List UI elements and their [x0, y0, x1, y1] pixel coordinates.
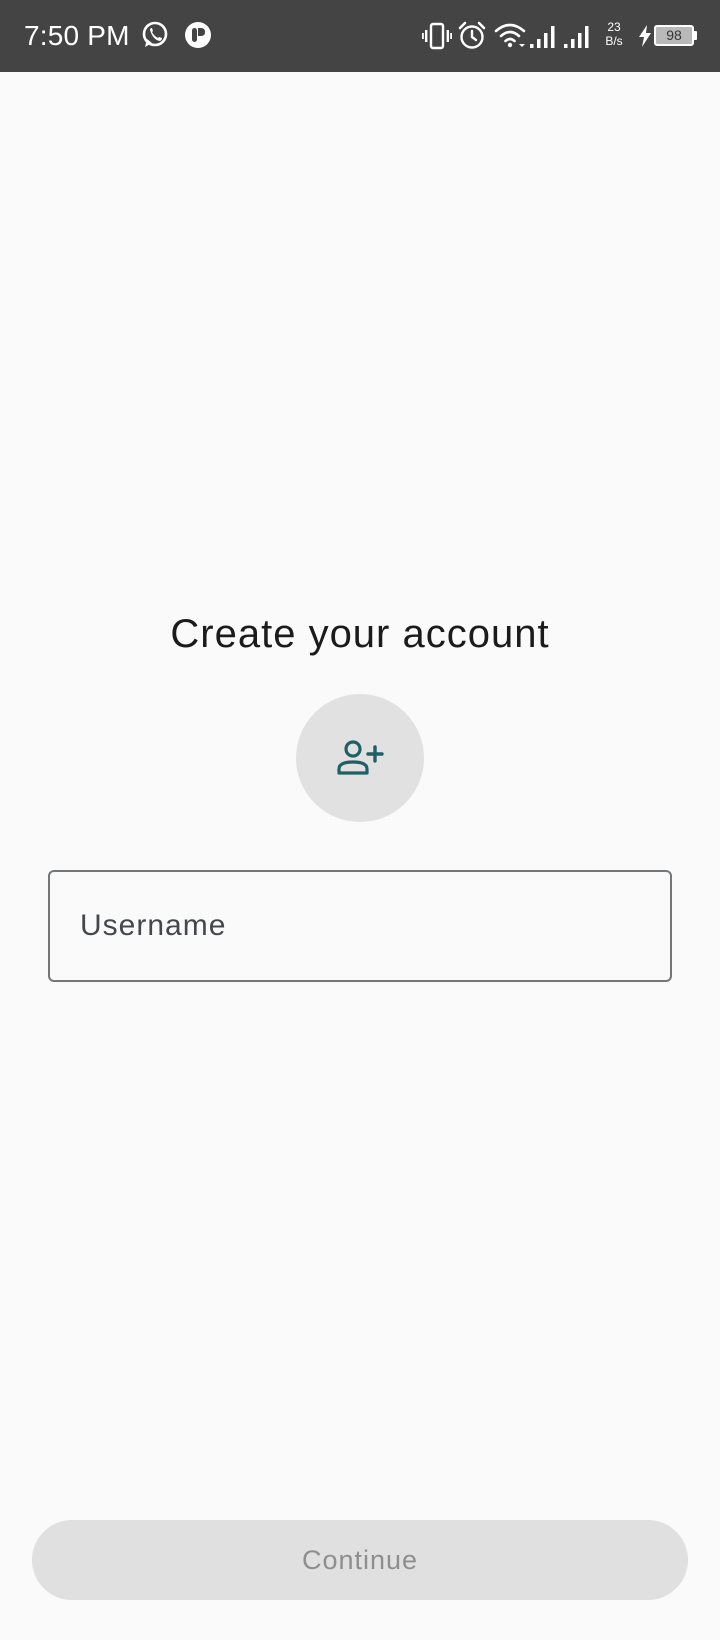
alarm-icon [458, 21, 486, 49]
username-field[interactable] [48, 870, 672, 982]
status-time: 7:50 PM [24, 20, 130, 51]
add-person-icon [337, 740, 384, 775]
vibrate-icon [422, 22, 452, 50]
battery-indicator: 98 [654, 25, 694, 46]
wifi-icon [494, 23, 526, 48]
net-speed-unit: B/s [605, 34, 623, 48]
truecaller-icon [185, 22, 211, 48]
battery-level: 98 [666, 27, 682, 43]
net-speed: 23 B/s [602, 20, 626, 48]
signal-icon [530, 26, 555, 48]
continue-button[interactable]: Continue [32, 1520, 688, 1600]
charging-icon [639, 25, 651, 47]
username-input[interactable] [80, 872, 640, 980]
battery-tip [694, 31, 697, 40]
status-bar: 7:50 PM 23 B/s 98 [0, 0, 720, 72]
page-title: Create your account [170, 612, 550, 656]
avatar-add-button[interactable] [296, 694, 424, 822]
signal-icon [564, 26, 589, 48]
whatsapp-icon [142, 21, 168, 47]
net-speed-value: 23 [607, 20, 621, 34]
